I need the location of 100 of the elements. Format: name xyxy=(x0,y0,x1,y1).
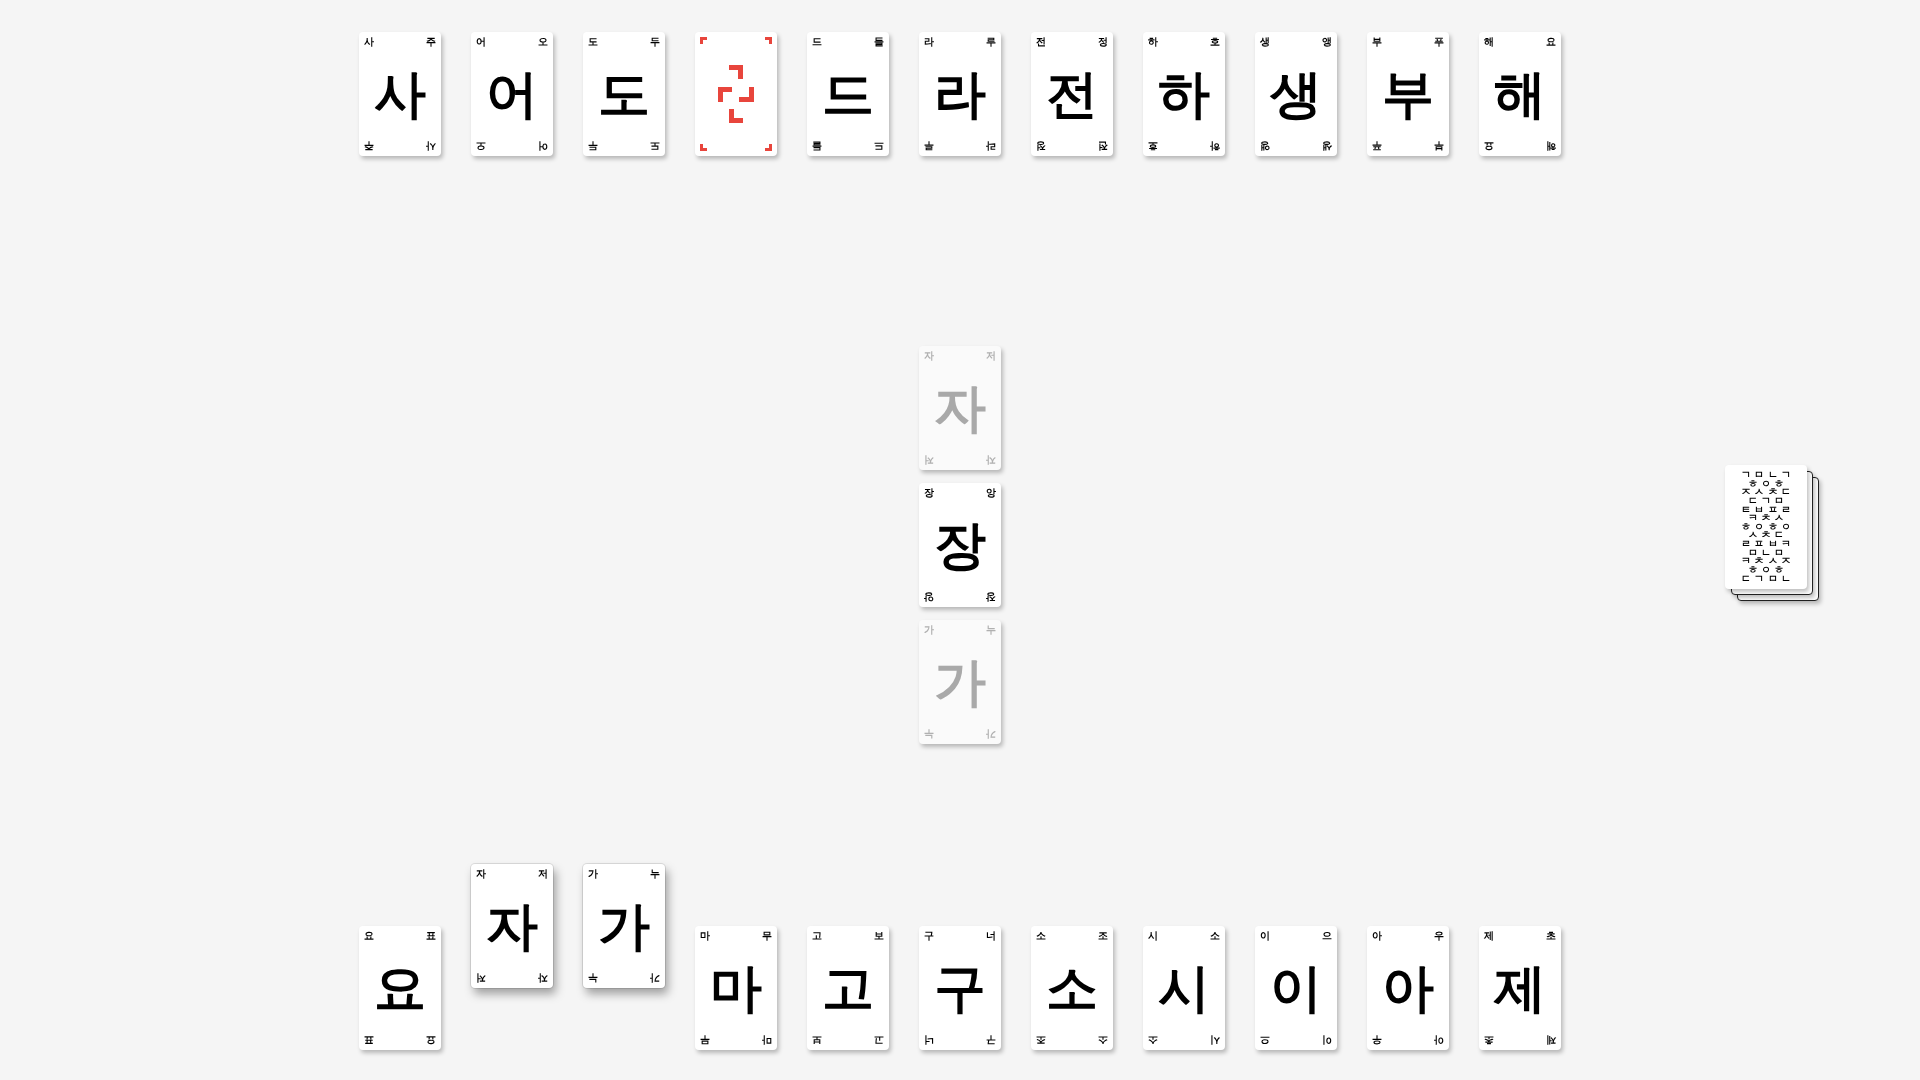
corner-label: 사 xyxy=(364,37,374,47)
pattern-row-text: ㄱ ㅁ ㄴ ㄱ xyxy=(1739,471,1793,480)
corner-label: 어 xyxy=(538,141,548,151)
corner-label: 정 xyxy=(1098,37,1108,47)
corner-label: 생 xyxy=(1322,141,1332,151)
card[interactable]: 소 소 조 조 소 xyxy=(1031,926,1113,1050)
corner-label: 이 xyxy=(1322,1035,1332,1045)
pattern-row-text: ㅎ ㅇ ㅎ xyxy=(1747,479,1785,489)
card-letter: 가 xyxy=(598,900,650,952)
card-letter: 소 xyxy=(1046,962,1098,1014)
corner-label: 요 xyxy=(1484,141,1494,151)
card-letter: 라 xyxy=(934,68,986,120)
card[interactable]: 장 장 앙 앙 장 xyxy=(919,483,1001,607)
corner-label: 무 xyxy=(762,931,772,941)
corner-label: 무 xyxy=(700,1035,710,1045)
corner-label: 도 xyxy=(650,141,660,151)
card-letter: 아 xyxy=(1382,962,1434,1014)
corner-label: 요 xyxy=(426,1035,436,1045)
corner-label: 소 xyxy=(1098,1035,1108,1045)
corner-label: 아 xyxy=(1372,931,1382,941)
card-letter: 요 xyxy=(374,962,426,1014)
card-letter: 도 xyxy=(598,68,650,120)
corner-label: 너 xyxy=(924,1035,934,1045)
corner-label: 저 xyxy=(924,455,934,465)
corner-label: 들 xyxy=(812,141,822,151)
corner-label: 드 xyxy=(812,37,822,47)
card[interactable]: 요 요 표 표 요 xyxy=(359,926,441,1050)
card-letter: 자 xyxy=(486,900,538,952)
corner-label: 보 xyxy=(874,931,884,941)
card[interactable]: 자 자 저 저 자 xyxy=(471,864,553,988)
corner-label: 앙 xyxy=(924,592,934,602)
pattern-row-text: ㅁ ㄴ ㅁ xyxy=(1747,548,1785,558)
card-letter: 드 xyxy=(822,68,874,120)
corner-label: 라 xyxy=(924,37,934,47)
corner-label: 주 xyxy=(426,37,436,47)
card-letter: 해 xyxy=(1494,68,1546,120)
corner-label: 누 xyxy=(650,869,660,879)
corner-label: 누 xyxy=(986,625,996,635)
card-letter: 하 xyxy=(1158,68,1210,120)
corner-label: 구 xyxy=(924,931,934,941)
pattern-row-text: ㅎ ㅇ ㅎ xyxy=(1746,565,1786,575)
corner-label: 누 xyxy=(588,973,598,983)
corner-label: 전 xyxy=(1036,37,1046,47)
corner-label: 표 xyxy=(426,931,436,941)
corner-label: 전 xyxy=(1098,141,1108,151)
corner-label: 두 xyxy=(588,141,598,151)
corner-label: 소 xyxy=(1210,931,1220,941)
corner-label: 마 xyxy=(700,931,710,941)
corner-label: 우 xyxy=(1372,1035,1382,1045)
card-letter: 자 xyxy=(934,382,986,434)
card-letter: 어 xyxy=(486,68,538,120)
card[interactable]: 고 고 보 보 고 xyxy=(807,926,889,1050)
corner-label: 가 xyxy=(986,729,996,739)
corner-label: 저 xyxy=(476,973,486,983)
corner-label: 시 xyxy=(1210,1035,1220,1045)
card-letter: 장 xyxy=(934,519,986,571)
card[interactable]: 이 이 으 으 이 xyxy=(1255,926,1337,1050)
corner-label: 오 xyxy=(538,37,548,47)
corner-label: 가 xyxy=(588,869,598,879)
card-letter: 생 xyxy=(1270,68,1322,120)
pattern-row-text: ㄹ ㅍ ㅂ ㅋ xyxy=(1739,540,1793,549)
corner-label: 호 xyxy=(1148,141,1158,151)
corner-label: 어 xyxy=(476,37,486,47)
corner-label: 초 xyxy=(1546,931,1556,941)
card[interactable]: 아 아 우 우 아 xyxy=(1367,926,1449,1050)
card-letter: 사 xyxy=(374,68,426,120)
pattern-row-text: ㅅ ㅊ ㄷ xyxy=(1747,531,1785,540)
corner-label: 들 xyxy=(874,37,884,47)
corner-label: 으 xyxy=(1260,1035,1270,1045)
corner-label: 초 xyxy=(1484,1035,1494,1045)
card-letter: 부 xyxy=(1382,68,1434,120)
corner-label: 시 xyxy=(1148,931,1158,941)
corner-label: 도 xyxy=(588,37,598,47)
corner-label: 하 xyxy=(1148,37,1158,47)
corner-label: 으 xyxy=(1322,931,1332,941)
corner-label: 가 xyxy=(650,973,660,983)
corner-label: 사 xyxy=(426,141,436,151)
pattern-row-text: ㄷ ㄱ ㅁ xyxy=(1746,496,1786,506)
pattern-row-text: ㅋ ㅊ ㅅ xyxy=(1747,514,1785,523)
corner-label: 해 xyxy=(1484,37,1494,47)
pattern-row-text: ㄷ ㄱ ㅁ ㄴ xyxy=(1739,574,1793,583)
corner-label: 마 xyxy=(762,1035,772,1045)
corner-label: 저 xyxy=(538,869,548,879)
corner-label: 부 xyxy=(1434,141,1444,151)
pattern-row-text: ㅋ ㅊ ㅅ ㅈ xyxy=(1739,557,1793,566)
corner-label: 루 xyxy=(924,141,934,151)
corner-label: 보 xyxy=(812,1035,822,1045)
card[interactable]: 마 마 무 무 마 xyxy=(695,926,777,1050)
card-letter: 마 xyxy=(710,962,762,1014)
deck-card[interactable]: ㄱ ㅁ ㄴ ㄱ ㅎ ㅇ ㅎ ㅈ ㅅ ㅊ ㄷ ㄷ ㄱ ㅁ ㅌ ㅂ ㅍ ㄹ ㅋ ㅊ ㅅ ㅎ ㅇ ㅎ ㅇ ㅅ ㅊ ㄷ ㄹ ㅍ ㅂ ㅋ ㅁ ㄴ ㅁ ㅋ ㅊ ㅅ ㅈ ㅎ ㅇ ㅎ ㄷ ㄱ ㅁ ㄴ xyxy=(1725,465,1807,589)
card[interactable]: 시 시 소 소 시 xyxy=(1143,926,1225,1050)
corner-label: 하 xyxy=(1210,141,1220,151)
corner-label: 요 xyxy=(364,931,374,941)
card[interactable]: 구 구 너 너 구 xyxy=(919,926,1001,1050)
corner-label: 장 xyxy=(924,488,934,498)
card[interactable]: 가 가 누 누 가 xyxy=(583,864,665,988)
pattern-row-text: ㅎ ㅇ ㅎ ㅇ xyxy=(1739,522,1793,532)
card-letter: 가 xyxy=(934,656,986,708)
corner-label: 자 xyxy=(538,973,548,983)
card[interactable]: 제 제 초 초 제 xyxy=(1479,926,1561,1050)
